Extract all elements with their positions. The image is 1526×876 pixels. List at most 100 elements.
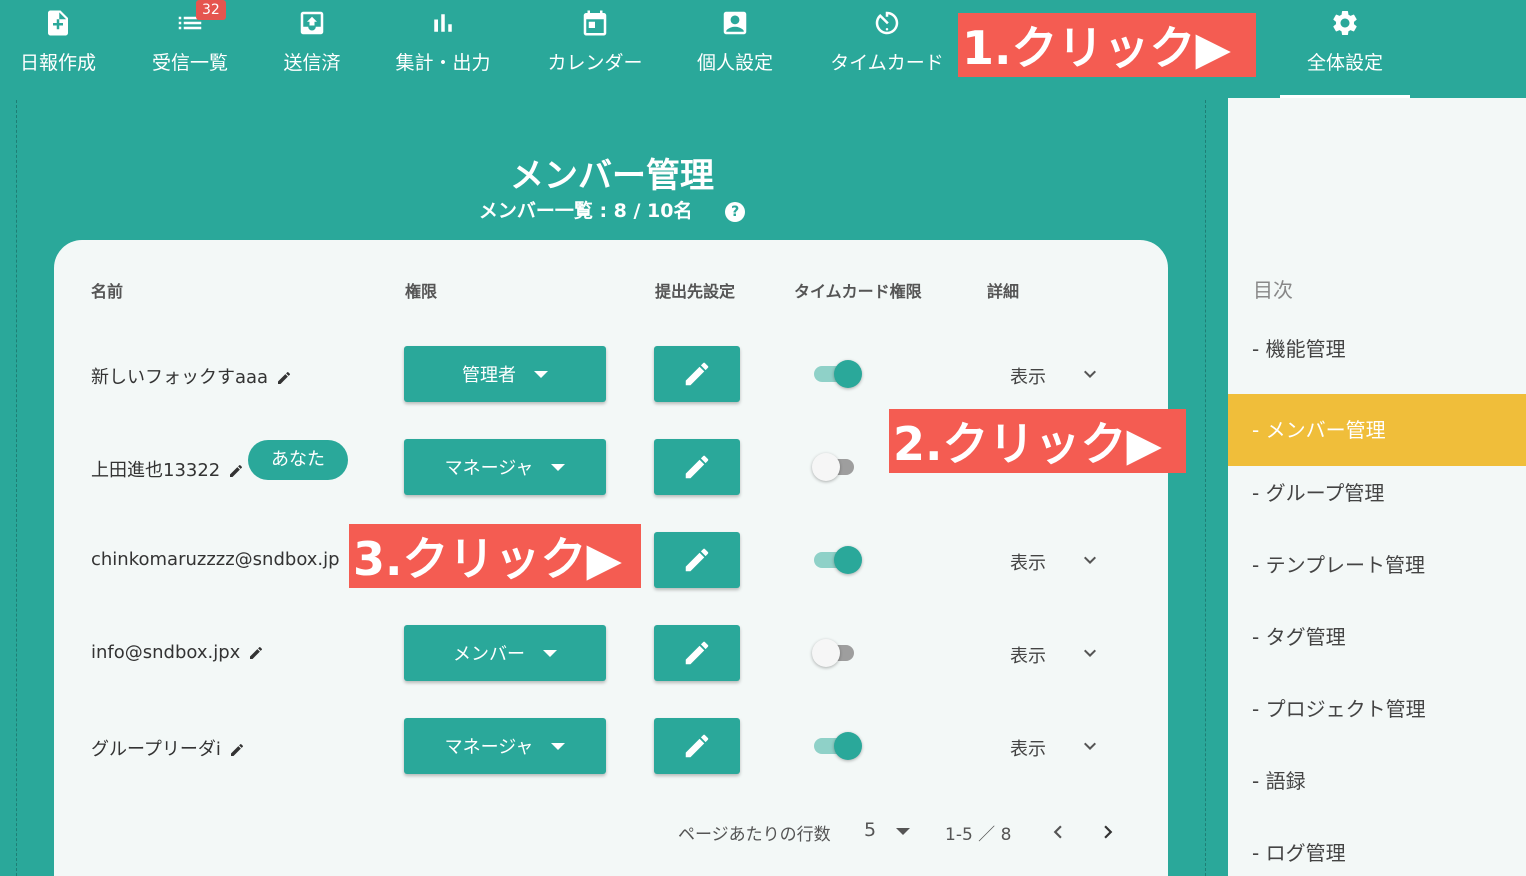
member-name[interactable]: info@sndbox.jpx: [91, 642, 264, 663]
timecard-toggle[interactable]: [812, 358, 864, 390]
toggle-knob: [812, 453, 840, 481]
member-name-text: 新しいフォックすaaa: [91, 367, 269, 388]
timecard-toggle[interactable]: [812, 544, 864, 576]
edit-name-icon[interactable]: [248, 645, 264, 661]
caret-down-icon: [534, 370, 548, 378]
detail-link[interactable]: 表示: [1010, 642, 1046, 668]
submission-edit-button[interactable]: [654, 625, 740, 681]
caret-down-icon: [551, 742, 566, 750]
caret-down-icon[interactable]: [896, 828, 910, 835]
submission-edit-button[interactable]: [654, 439, 740, 495]
page-range: 1-5 ／ 8: [945, 825, 1012, 845]
toc-item-tag-management[interactable]: - タグ管理: [1228, 601, 1526, 673]
nav-aggregate[interactable]: 集計・出力: [373, 8, 513, 75]
nav-label: タイムカード: [830, 52, 944, 74]
outbox-icon: [242, 8, 382, 42]
page-title: メンバー管理: [510, 156, 714, 196]
nav-daily-report[interactable]: 日報作成: [0, 8, 128, 75]
role-select[interactable]: 管理者: [404, 346, 606, 402]
chevron-down-icon[interactable]: [1078, 641, 1102, 665]
file-plus-icon: [0, 8, 128, 42]
role-label: メンバー: [453, 644, 525, 665]
nav-global-settings[interactable]: 全体設定: [1275, 8, 1415, 75]
header-submission: 提出先設定: [655, 282, 736, 301]
nav-personal-settings[interactable]: 個人設定: [665, 8, 805, 75]
rows-per-page-label: ページあたりの行数: [678, 825, 831, 845]
chevron-down-icon[interactable]: [1078, 548, 1102, 572]
toc-item-template-management[interactable]: - テンプレート管理: [1228, 529, 1526, 601]
pencil-icon: [685, 548, 709, 572]
toggle-knob: [834, 732, 862, 760]
top-navigation: 日報作成 32 受信一覧 送信済 集計・出力 カレンダー 個人設定 タイムカード…: [0, 0, 1526, 98]
member-name[interactable]: chinkomaruzzzz@sndbox.jp: [91, 549, 363, 570]
toc-item-member-management[interactable]: - メンバー管理: [1228, 394, 1526, 466]
toggle-knob: [834, 360, 862, 388]
header-name: 名前: [91, 282, 124, 301]
member-count-text: メンバー一覧 : 8 / 10名: [478, 200, 693, 222]
pencil-icon: [685, 455, 709, 479]
edit-name-icon[interactable]: [229, 742, 245, 758]
detail-link[interactable]: 表示: [1010, 549, 1046, 575]
list-icon: [120, 8, 260, 42]
calendar-icon: [525, 8, 665, 42]
nav-label: 集計・出力: [395, 52, 491, 74]
annotation-step-2: 2.クリック▶: [889, 409, 1186, 473]
chevron-down-icon[interactable]: [1078, 734, 1102, 758]
edit-name-icon[interactable]: [228, 463, 244, 479]
main-content: メンバー管理 メンバー一覧 : 8 / 10名 ? 名前 権限 提出先設定 タイ…: [16, 100, 1206, 876]
pagination: ページあたりの行数 5 1-5 ／ 8: [54, 818, 1168, 848]
toggle-knob: [834, 546, 862, 574]
header-detail: 詳細: [987, 282, 1020, 301]
role-select[interactable]: マネージャ: [404, 718, 606, 774]
nav-label: 送信済: [283, 52, 341, 74]
nav-timecard[interactable]: タイムカード: [817, 8, 957, 75]
timecard-toggle[interactable]: [812, 730, 864, 762]
toc-item-glossary[interactable]: - 語録: [1228, 745, 1526, 817]
nav-label: 日報作成: [19, 52, 96, 74]
role-select[interactable]: マネージャ: [404, 439, 606, 495]
chevron-right-icon[interactable]: [1095, 819, 1121, 845]
nav-label: 受信一覧: [151, 52, 228, 74]
toc-title: 目次: [1253, 278, 1293, 302]
caret-down-icon: [543, 649, 557, 657]
detail-link[interactable]: 表示: [1010, 735, 1046, 761]
detail-link[interactable]: 表示: [1010, 363, 1046, 389]
member-name-text: chinkomaruzzzz@sndbox.jp: [91, 549, 340, 570]
rows-per-page-value[interactable]: 5: [864, 819, 876, 841]
you-badge: あなた: [248, 440, 348, 480]
table-row: グループリーダi マネージャ 表示: [54, 715, 1168, 808]
toc-item-feature-management[interactable]: - 機能管理: [1228, 313, 1526, 385]
nav-label: カレンダー: [547, 52, 643, 74]
member-name[interactable]: グループリーダi: [91, 735, 245, 761]
timecard-toggle[interactable]: [812, 451, 864, 483]
help-icon[interactable]: ?: [725, 201, 746, 222]
role-select[interactable]: メンバー: [404, 625, 606, 681]
edit-name-icon[interactable]: [276, 370, 292, 386]
role-label: マネージャ: [444, 458, 534, 479]
person-card-icon: [665, 8, 805, 42]
nav-inbox[interactable]: 32 受信一覧: [120, 0, 260, 75]
unread-badge: 32: [196, 0, 226, 20]
nav-label: 個人設定: [696, 52, 773, 74]
member-name[interactable]: 新しいフォックすaaa: [91, 363, 292, 389]
member-name[interactable]: 上田進也13322: [91, 456, 244, 482]
role-label: マネージャ: [444, 737, 534, 758]
pencil-icon: [685, 641, 709, 665]
toc-item-group-management[interactable]: - グループ管理: [1228, 457, 1526, 529]
timer-icon: [817, 8, 957, 42]
submission-edit-button[interactable]: [654, 718, 740, 774]
pencil-icon: [685, 362, 709, 386]
pencil-icon: [685, 734, 709, 758]
toc-item-log-management[interactable]: - ログ管理: [1228, 817, 1526, 876]
annotation-step-3: 3.クリック▶: [349, 524, 641, 588]
chevron-left-icon[interactable]: [1045, 819, 1071, 845]
role-label: 管理者: [462, 365, 516, 386]
nav-sent[interactable]: 送信済: [242, 8, 382, 75]
timecard-toggle[interactable]: [812, 637, 864, 669]
toc-item-project-management[interactable]: - プロジェクト管理: [1228, 673, 1526, 745]
nav-calendar[interactable]: カレンダー: [525, 8, 665, 75]
submission-edit-button[interactable]: [654, 346, 740, 402]
member-name-text: グループリーダi: [91, 739, 221, 760]
chevron-down-icon[interactable]: [1078, 362, 1102, 386]
submission-edit-button[interactable]: [654, 532, 740, 588]
